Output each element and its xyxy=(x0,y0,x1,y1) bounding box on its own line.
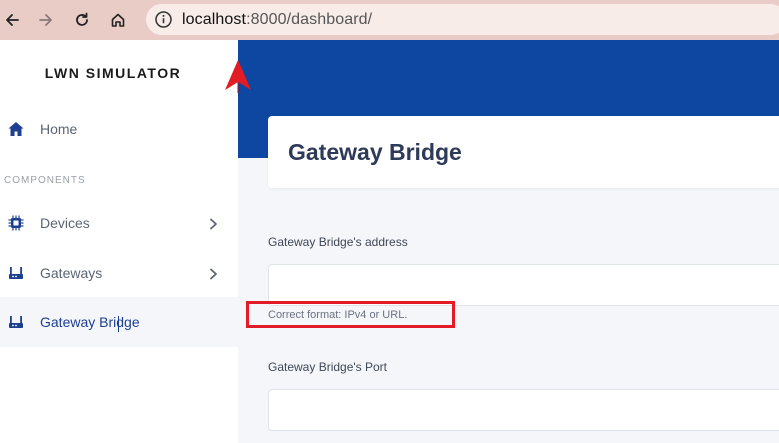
highlight-box xyxy=(246,301,455,328)
url-path: :8000/dashboard/ xyxy=(246,11,373,28)
sidebar-item-gateway-bridge[interactable]: Gateway Bridge xyxy=(0,297,238,347)
router-icon xyxy=(7,313,25,331)
sidebar: LWN SIMULATOR Home COMPONENTS Devices Ga… xyxy=(0,40,238,443)
sidebar-item-label: Gateways xyxy=(40,265,103,281)
info-icon[interactable] xyxy=(154,10,173,29)
reload-icon[interactable] xyxy=(70,8,94,32)
forward-icon[interactable] xyxy=(34,8,58,32)
home-icon[interactable] xyxy=(106,8,130,32)
brand-title: LWN SIMULATOR xyxy=(44,65,182,81)
url-text: localhost:8000/dashboard/ xyxy=(182,11,372,29)
address-bar[interactable]: localhost:8000/dashboard/ xyxy=(146,4,779,35)
page-title: Gateway Bridge xyxy=(288,139,462,165)
sidebar-item-gateways[interactable]: Gateways xyxy=(0,248,238,298)
chip-icon xyxy=(7,214,25,232)
mouse-pointer-icon xyxy=(224,60,252,99)
section-label: COMPONENTS xyxy=(4,175,86,186)
sidebar-item-home[interactable]: Home xyxy=(0,104,238,154)
sidebar-item-label: Devices xyxy=(40,215,90,231)
chevron-right-icon[interactable] xyxy=(207,217,219,230)
sidebar-item-label: Gateway Bridge xyxy=(40,314,140,330)
text-cursor xyxy=(118,316,119,332)
page-title-card: Gateway Bridge xyxy=(268,116,779,188)
chevron-right-icon[interactable] xyxy=(207,267,219,280)
browser-toolbar: localhost:8000/dashboard/ xyxy=(0,0,779,40)
sidebar-item-devices[interactable]: Devices xyxy=(0,198,238,248)
address-input[interactable] xyxy=(268,264,779,306)
router-icon xyxy=(7,264,25,282)
home-icon xyxy=(7,120,25,138)
back-icon[interactable] xyxy=(0,8,24,32)
address-label: Gateway Bridge's address xyxy=(268,235,408,249)
port-input[interactable] xyxy=(268,389,779,431)
sidebar-item-label: Home xyxy=(40,121,78,137)
url-host: localhost xyxy=(182,11,247,28)
port-label: Gateway Bridge's Port xyxy=(268,360,388,374)
